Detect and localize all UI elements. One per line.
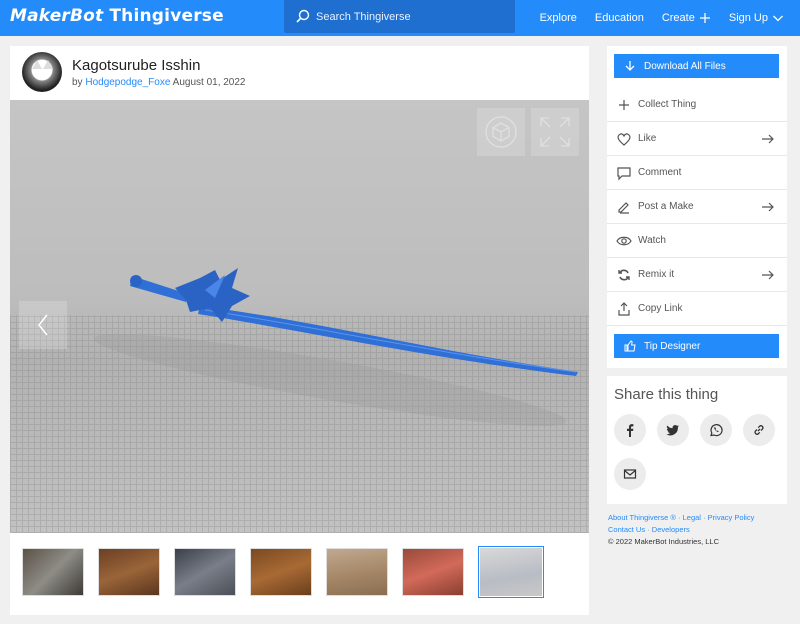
share-panel: Share this thing: [607, 376, 787, 504]
thing-title: Kagotsurube Isshin: [72, 57, 201, 74]
fullscreen-button[interactable]: [531, 108, 579, 156]
watch-label: Watch: [638, 235, 666, 246]
whatsapp-icon: [710, 424, 723, 437]
eye-icon: [616, 233, 632, 249]
byline-prefix: by: [72, 77, 83, 88]
brand-thingiverse: Thingiverse: [109, 6, 224, 26]
footer-developers-link[interactable]: Developers: [652, 525, 690, 534]
search-bar[interactable]: Search Thingiverse: [284, 0, 515, 33]
collect-thing-button[interactable]: Collect Thing: [607, 88, 787, 122]
email-icon: [623, 469, 637, 479]
thumbnail[interactable]: [402, 548, 464, 596]
search-input[interactable]: Search Thingiverse: [316, 11, 411, 23]
nav-create-label: Create: [661, 12, 695, 24]
thing-card: Kagotsurube Isshin by Hodgepodge_Foxe Au…: [10, 46, 589, 615]
download-icon: [625, 61, 635, 71]
thing-byline: by Hodgepodge_Foxe August 01, 2022: [72, 77, 246, 88]
share-upload-icon: [616, 301, 632, 317]
share-facebook-button[interactable]: [614, 414, 646, 446]
nav-explore[interactable]: Explore: [540, 12, 577, 24]
top-navbar: MakerBot Thingiverse Search Thingiverse E…: [0, 0, 800, 36]
chevron-down-icon: [773, 15, 783, 22]
share-title: Share this thing: [614, 386, 719, 403]
publish-date: August 01, 2022: [172, 77, 246, 88]
plus-icon: [616, 97, 632, 113]
thumbnail[interactable]: [250, 548, 312, 596]
make-icon: [616, 199, 632, 215]
comment-button[interactable]: Comment: [607, 156, 787, 190]
nav-education[interactable]: Education: [595, 12, 644, 24]
remix-icon: [616, 267, 632, 283]
footer-contact-link[interactable]: Contact Us: [608, 525, 645, 534]
tip-designer-button[interactable]: Tip Designer: [614, 334, 779, 358]
arrow-right-icon[interactable]: [761, 200, 775, 214]
action-list: Collect Thing Like Comment Post a Make W…: [607, 88, 787, 326]
nav-create[interactable]: Create: [662, 12, 711, 24]
nav-signup-label: Sign Up: [728, 12, 768, 24]
actions-panel: Download All Files Collect Thing Like Co…: [607, 46, 787, 368]
link-icon: [754, 425, 764, 435]
nav-links: Explore Education Create Sign Up: [540, 0, 784, 36]
previous-image-button[interactable]: [19, 301, 67, 349]
expand-icon: [540, 117, 570, 147]
chevron-left-icon: [38, 314, 48, 336]
share-email-button[interactable]: [614, 458, 646, 490]
heart-icon: [616, 131, 632, 147]
download-label: Download All Files: [644, 60, 726, 72]
arrow-right-icon[interactable]: [761, 268, 775, 282]
like-button[interactable]: Like: [607, 122, 787, 156]
remix-label: Remix it: [638, 269, 675, 280]
thumbs-up-icon: [624, 340, 636, 352]
tip-label: Tip Designer: [644, 340, 701, 352]
plus-icon: [699, 13, 710, 23]
facebook-icon: [627, 424, 634, 437]
search-icon: [296, 9, 310, 23]
thumbnail[interactable]: [326, 548, 388, 596]
watch-button[interactable]: Watch: [607, 224, 787, 258]
thumbnail[interactable]: [22, 548, 84, 596]
post-make-button[interactable]: Post a Make: [607, 190, 787, 224]
footer-about-link[interactable]: About Thingiverse ®: [608, 513, 676, 522]
twitter-icon: [666, 425, 679, 436]
footer-privacy-link[interactable]: Privacy Policy: [708, 513, 755, 522]
author-link[interactable]: Hodgepodge_Foxe: [85, 77, 170, 88]
comment-label: Comment: [638, 167, 682, 178]
remix-button[interactable]: Remix it: [607, 258, 787, 292]
collect-label: Collect Thing: [638, 99, 697, 110]
avatar[interactable]: [22, 52, 62, 92]
nav-signup[interactable]: Sign Up: [729, 12, 784, 24]
like-label: Like: [638, 133, 657, 144]
footer-legal-link[interactable]: Legal: [683, 513, 701, 522]
brand-logo[interactable]: MakerBot Thingiverse: [10, 6, 224, 26]
footer-copyright: © 2022 MakerBot Industries, LLC: [608, 537, 719, 546]
thumbnail-selected[interactable]: [478, 546, 544, 598]
copy-link-button[interactable]: Copy Link: [607, 292, 787, 326]
thumbnail-strip: [22, 546, 544, 598]
view-3d-button[interactable]: [477, 108, 525, 156]
share-link-button[interactable]: [743, 414, 775, 446]
thumbnail[interactable]: [98, 548, 160, 596]
sword-model: [93, 268, 578, 427]
share-whatsapp-button[interactable]: [700, 414, 732, 446]
model-viewer[interactable]: [10, 100, 589, 533]
post-make-label: Post a Make: [638, 201, 694, 212]
download-all-button[interactable]: Download All Files: [614, 54, 779, 78]
arrow-right-icon[interactable]: [761, 132, 775, 146]
share-twitter-button[interactable]: [657, 414, 689, 446]
comment-icon: [616, 165, 632, 181]
cube-icon: [485, 116, 517, 148]
footer-links: About Thingiverse ® · Legal · Privacy Po…: [608, 512, 788, 548]
copy-link-label: Copy Link: [638, 303, 683, 314]
thing-header: Kagotsurube Isshin by Hodgepodge_Foxe Au…: [10, 46, 589, 98]
thumbnail[interactable]: [174, 548, 236, 596]
brand-makerbot: MakerBot: [10, 6, 104, 26]
